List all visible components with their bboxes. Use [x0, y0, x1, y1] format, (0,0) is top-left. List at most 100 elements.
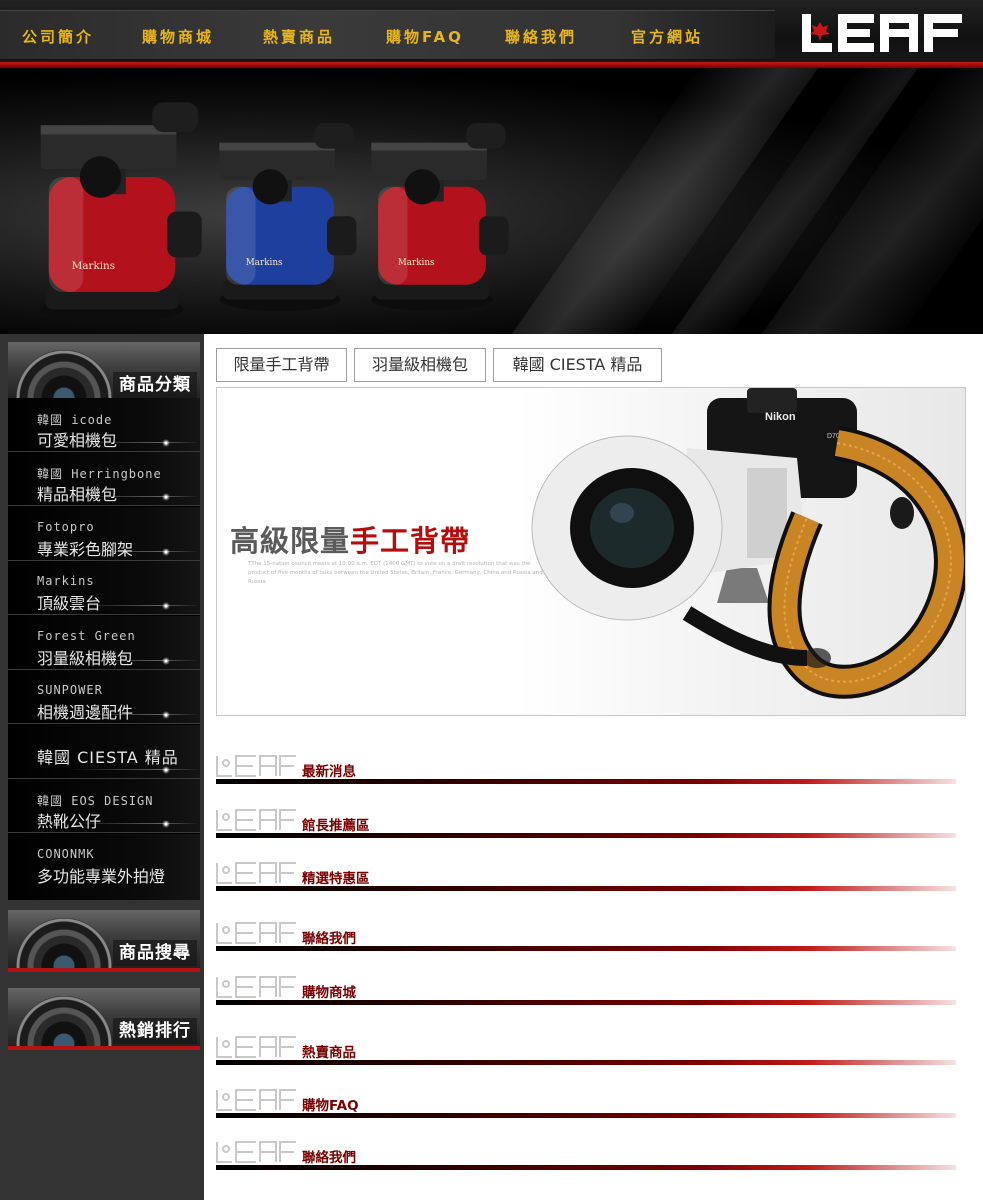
category-item-icode[interactable]: 韓國 icode 可愛相機包 [8, 398, 200, 452]
section-underline [216, 1000, 956, 1005]
category-zh-label: 羽量級相機包 [37, 649, 134, 668]
nav-shop[interactable]: 購物商城 [142, 26, 214, 47]
sparkle-icon [162, 820, 170, 828]
leaf-mini-logo [216, 976, 296, 998]
hero-banner: Markins Markins Markins [0, 68, 983, 334]
ball-head-1: Markins [40, 102, 202, 324]
section-header[interactable]: 聯絡我們 [216, 922, 956, 952]
divider [68, 660, 200, 661]
section-underline [216, 1113, 956, 1118]
section-label: 購物FAQ [302, 1098, 359, 1114]
ball-head-brand-label: Markins [398, 258, 435, 268]
category-en-label: CONONMK [37, 847, 95, 861]
camera-brand-text: Nikon [765, 411, 796, 423]
category-item-sunpower[interactable]: SUNPOWER 相機週邊配件 [8, 670, 200, 724]
ball-head-2: Markins [219, 123, 357, 312]
nav-official-site[interactable]: 官方網站 [631, 26, 703, 47]
category-item-cononmk[interactable]: CONONMK 多功能專業外拍燈 [8, 834, 200, 900]
category-zh-label: 專業彩色腳架 [37, 540, 134, 559]
main-nav: 公司簡介 購物商城 熱賣商品 購物FAQ 聯絡我們 官方網站 [0, 26, 775, 50]
promo-title-gray: 高級限量 [230, 524, 351, 558]
divider [68, 823, 200, 824]
category-zh-label: 可愛相機包 [37, 431, 118, 450]
category-en-label: 韓國 icode [37, 413, 113, 427]
section-label: 精選特惠區 [302, 871, 370, 887]
divider [68, 496, 200, 497]
category-header: 商品分類 [8, 342, 200, 404]
section-header[interactable]: 購物FAQ [216, 1089, 956, 1119]
section-header[interactable]: 精選特惠區 [216, 862, 956, 892]
category-zh-label: 精品相機包 [37, 485, 118, 504]
promo-title-red: 手工背帶 [350, 524, 471, 558]
category-en-label: SUNPOWER [37, 683, 103, 697]
divider [68, 551, 200, 552]
leaf-mini-logo [216, 862, 296, 884]
divider [68, 769, 200, 770]
sparkle-icon [162, 439, 170, 447]
sidebar: 商品分類 韓國 icode 可愛相機包 韓國 Herringbone 精品相機包… [0, 334, 204, 1200]
category-zh-label: 韓國 CIESTA 精品 [37, 748, 179, 767]
section-header[interactable]: 購物商城 [216, 976, 956, 1006]
sparkle-icon [162, 657, 170, 665]
search-title: 商品搜尋 [113, 940, 197, 966]
ball-head-3: Markins [371, 123, 509, 312]
nav-faq[interactable]: 購物FAQ [386, 26, 464, 47]
category-en-label: Markins [37, 574, 95, 588]
promo-title: 高級限量手工背帶 [230, 518, 470, 560]
section-label: 熱賣商品 [302, 1045, 356, 1061]
nav-company-intro[interactable]: 公司簡介 [22, 26, 94, 47]
leaf-logo[interactable] [800, 12, 965, 54]
divider [68, 605, 200, 606]
ball-head-product-image: Markins Markins Markins [40, 102, 509, 324]
section-underline [216, 833, 956, 838]
section-label: 聯絡我們 [302, 1150, 356, 1166]
tab-handmade-strap[interactable]: 限量手工背帶 [216, 348, 347, 382]
section-label: 購物商城 [302, 985, 356, 1001]
section-header[interactable]: 熱賣商品 [216, 1036, 956, 1066]
nav-hot-products[interactable]: 熱賣商品 [263, 26, 335, 47]
top-navigation-bar: 公司簡介 購物商城 熱賣商品 購物FAQ 聯絡我們 官方網站 [0, 0, 983, 70]
leaf-mini-logo [216, 922, 296, 944]
tab-ciesta[interactable]: 韓國 CIESTA 精品 [493, 348, 662, 382]
leaf-mini-logo [216, 1089, 296, 1111]
category-zh-label: 多功能專業外拍燈 [37, 867, 166, 886]
category-item-markins[interactable]: Markins 頂級雲台 [8, 561, 200, 615]
category-item-herringbone[interactable]: 韓國 Herringbone 精品相機包 [8, 452, 200, 506]
ranking-header[interactable]: 熱銷排行 [8, 988, 200, 1050]
featured-promo-panel[interactable]: 高級限量手工背帶 TThe 15-nation council meets at… [216, 387, 966, 716]
category-title: 商品分類 [113, 372, 197, 398]
nav-contact[interactable]: 聯絡我們 [505, 26, 577, 47]
category-zh-label: 熱靴公仔 [37, 812, 102, 831]
leaf-mini-logo [216, 1141, 296, 1163]
ball-head-brand-label: Markins [72, 260, 115, 272]
sparkle-icon [162, 548, 170, 556]
category-en-label: 韓國 EOS DESIGN [37, 794, 154, 808]
category-item-fotopro[interactable]: Fotopro 專業彩色腳架 [8, 507, 200, 561]
leaf-mini-logo [216, 755, 296, 777]
section-header[interactable]: 聯絡我們 [216, 1141, 956, 1171]
section-underline [216, 946, 956, 951]
tab-lightweight-bag[interactable]: 羽量級相機包 [354, 348, 486, 382]
camera-lens-icon [16, 996, 112, 1046]
category-en-label: Fotopro [37, 520, 95, 534]
category-en-label: 韓國 Herringbone [37, 467, 162, 481]
category-zh-label: 頂級雲台 [37, 594, 102, 613]
section-underline [216, 1165, 956, 1170]
section-header[interactable]: 最新消息 [216, 755, 956, 785]
leaf-mini-logo [216, 809, 296, 831]
category-item-forest-green[interactable]: Forest Green 羽量級相機包 [8, 616, 200, 670]
category-item-eos-design[interactable]: 韓國 EOS DESIGN 熱靴公仔 [8, 779, 200, 833]
section-label: 聯絡我們 [302, 931, 356, 947]
section-underline [216, 886, 956, 891]
ball-head-brand-label: Markins [246, 258, 283, 268]
leaf-mini-logo [216, 1036, 296, 1058]
category-zh-label: 相機週邊配件 [37, 703, 134, 722]
sparkle-icon [162, 602, 170, 610]
divider [68, 714, 200, 715]
category-en-label: Forest Green [37, 629, 136, 643]
search-header[interactable]: 商品搜尋 [8, 910, 200, 972]
section-header[interactable]: 館長推薦區 [216, 809, 956, 839]
sparkle-icon [162, 766, 170, 774]
category-item-ciesta[interactable]: 韓國 CIESTA 精品 [8, 725, 200, 779]
section-underline [216, 779, 956, 784]
